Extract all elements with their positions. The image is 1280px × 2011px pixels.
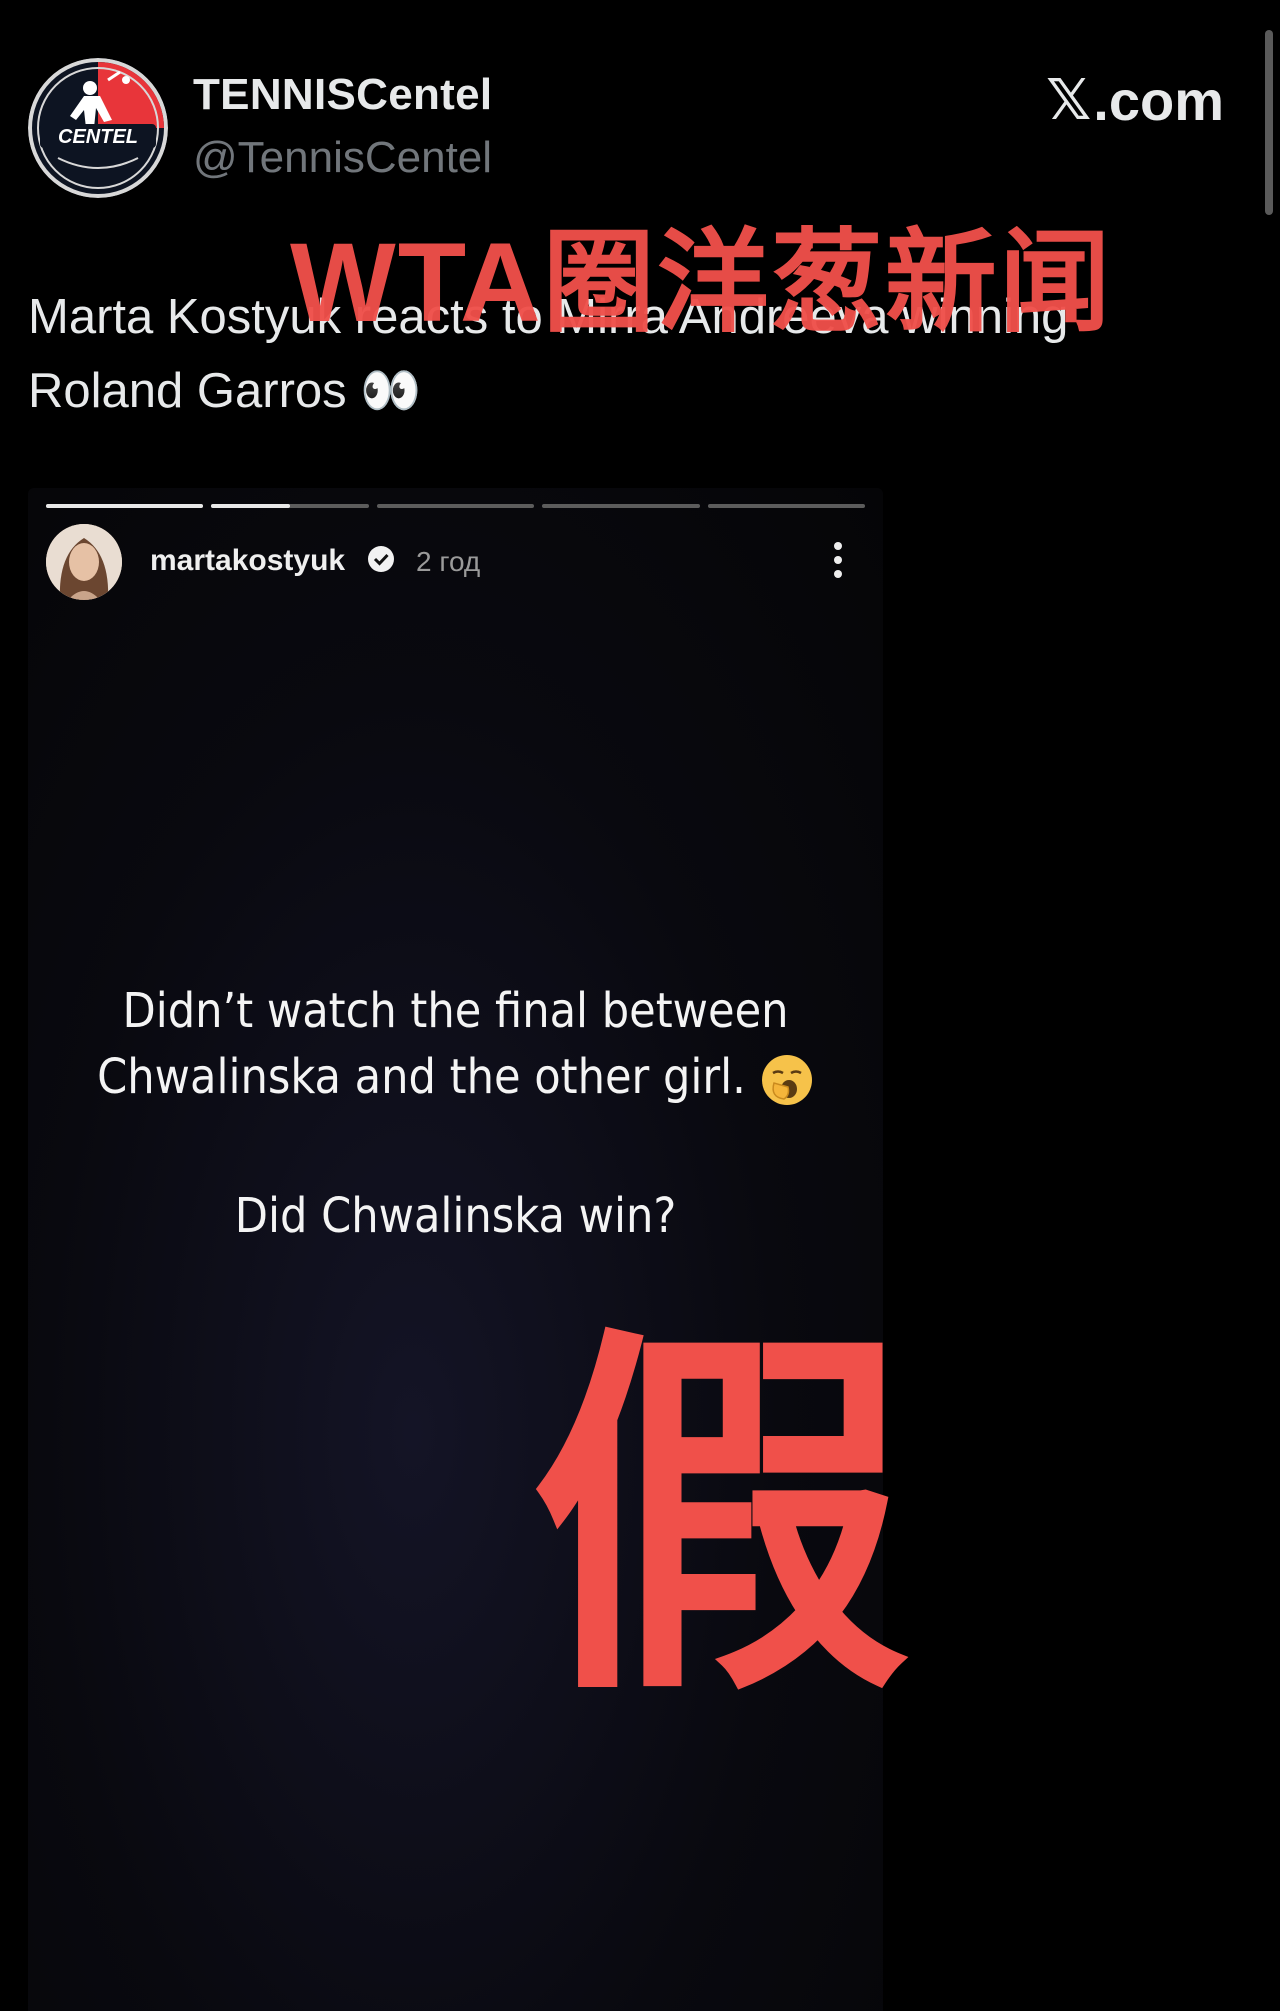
story-progress-fill [211, 504, 291, 508]
x-logo-icon: 𝕏 [1046, 68, 1092, 133]
x-com-logo: 𝕏 .com [1046, 68, 1224, 133]
story-progress-fill [46, 504, 204, 508]
overlay-title: WTA圈洋葱新闻 [290, 220, 1113, 345]
story-username[interactable]: martakostyuk [150, 544, 345, 578]
story-progress-segment [376, 504, 535, 508]
verified-badge-icon [368, 546, 394, 572]
tweet-text-line2-wrap: Roland Garros 👀 [28, 354, 1238, 428]
story-timestamp: 2 год [416, 546, 481, 577]
story-image[interactable]: martakostyuk 2 год Didn’t watch the fina… [28, 488, 883, 2011]
centel-logo-icon: CENTEL [28, 58, 168, 198]
yawning-face-icon [761, 1055, 812, 1105]
story-progress [46, 504, 866, 508]
centel-avatar[interactable]: CENTEL [28, 58, 168, 198]
story-line1: Didn’t watch the final between [122, 983, 789, 1039]
story-progress-segment [46, 504, 204, 508]
x-logo-domain: .com [1093, 69, 1224, 132]
avatar-text: CENTEL [58, 126, 138, 148]
story-progress-segment [542, 504, 700, 508]
user-handle[interactable]: @TennisCentel [193, 133, 492, 183]
story-line3: Did Chwalinska win? [234, 1188, 677, 1244]
tweet-text-line2: Roland Garros [28, 364, 347, 418]
story-avatar[interactable] [46, 524, 122, 600]
story-progress-segment [211, 504, 369, 508]
fake-stamp: 假 [530, 1298, 910, 1741]
eyes-emoji-icon: 👀 [360, 364, 422, 418]
portrait-icon [46, 524, 122, 600]
display-name[interactable]: TENNISCentel [193, 70, 492, 120]
scrollbar[interactable] [1265, 30, 1273, 215]
story-progress-segment [707, 504, 866, 508]
story-line2: Chwalinska and the other girl. [97, 1049, 746, 1105]
story-line2-wrap: Chwalinska and the other girl. [28, 1044, 883, 1110]
more-options-icon[interactable] [833, 540, 843, 580]
story-message: Didn’t watch the final between Chwalinsk… [28, 978, 883, 1110]
